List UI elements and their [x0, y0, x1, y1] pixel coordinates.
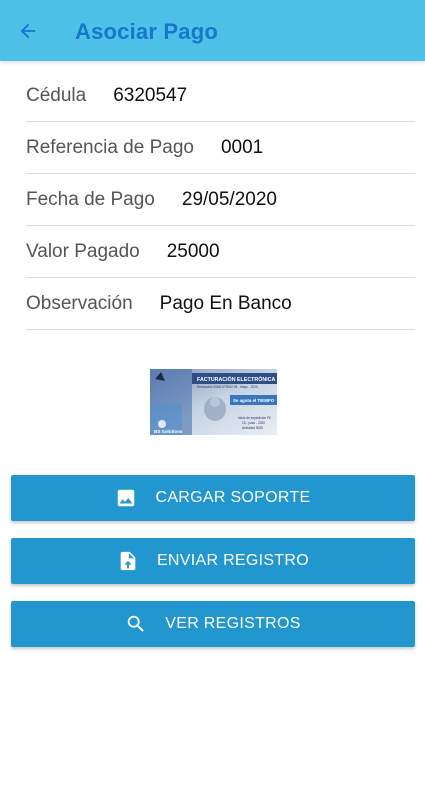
form-row-cedula: Cédula 6320547 — [26, 70, 415, 122]
form-row-fecha: Fecha de Pago 29/05/2020 — [26, 174, 415, 226]
form-row-observacion: Observación Pago En Banco — [26, 278, 415, 330]
image-icon — [115, 487, 137, 509]
arrow-left-icon — [20, 23, 36, 39]
fecha-value: 29/05/2020 — [181, 188, 277, 210]
app-bar: Asociar Pago — [0, 0, 425, 61]
file-upload-icon — [117, 550, 139, 572]
cedula-value: 6320547 — [113, 84, 188, 106]
search-icon — [125, 613, 147, 635]
observacion-value: Pago En Banco — [159, 292, 292, 314]
back-button[interactable] — [14, 17, 42, 45]
view-records-button[interactable]: VER REGISTROS — [11, 601, 415, 647]
view-records-label: VER REGISTROS — [165, 615, 301, 632]
payment-support-image: FACTURACIÓN ELECTRÓNICA Resolución DIAN … — [150, 369, 277, 435]
referencia-value: 0001 — [220, 136, 264, 158]
upload-support-button[interactable]: CARGAR SOPORTE — [11, 475, 415, 521]
send-record-label: ENVIAR REGISTRO — [156, 552, 310, 569]
banner-graphic: FACTURACIÓN ELECTRÓNICA Resolución DIAN … — [150, 369, 277, 435]
referencia-label: Referencia de Pago — [26, 136, 194, 158]
cedula-label: Cédula — [26, 84, 87, 106]
form-row-valor: Valor Pagado 25000 — [26, 226, 415, 278]
send-record-button[interactable]: ENVIAR REGISTRO — [11, 538, 415, 584]
banner-brand: BS Solutions — [154, 429, 183, 434]
banner-tagline: Se agota el TIEMPO — [233, 398, 275, 403]
form-row-referencia: Referencia de Pago 0001 — [26, 122, 415, 174]
fecha-label: Fecha de Pago — [26, 188, 155, 210]
payment-form: Cédula 6320547 Referencia de Pago 0001 F… — [26, 70, 415, 330]
observacion-label: Observación — [26, 292, 133, 314]
valor-value: 25000 — [166, 240, 220, 262]
banner-note-1: Inicio de expedición FE — [238, 416, 271, 420]
banner-headline: FACTURACIÓN ELECTRÓNICA — [197, 375, 275, 383]
valor-label: Valor Pagado — [26, 240, 140, 262]
banner-note-3: Actividad 9025 — [242, 426, 263, 430]
page-title: Asociar Pago — [75, 19, 219, 44]
upload-support-label: CARGAR SOPORTE — [155, 489, 311, 506]
banner-note-2: 15 - junio - 2020 — [242, 421, 265, 425]
banner-subline: Resolución DIAN N°0042 05 - Mayo - 2020 — [197, 385, 258, 389]
